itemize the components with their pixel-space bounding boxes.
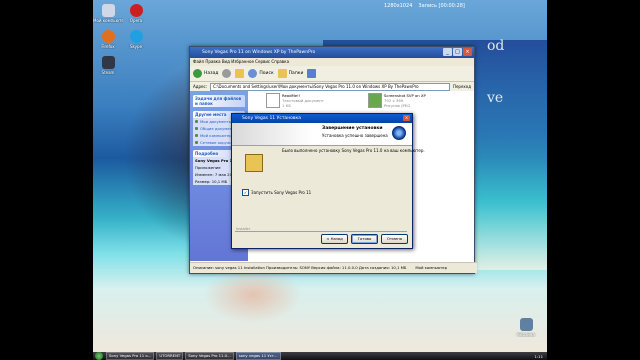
steam-icon (101, 56, 115, 69)
cancel-button[interactable]: Отмена (381, 234, 408, 244)
file-item-readme[interactable]: ReadMe!! Текстовый документ 1 КБ (266, 93, 324, 108)
search-icon (248, 69, 258, 78)
file-size: 1 КБ (282, 103, 291, 108)
folder-up-icon (235, 69, 245, 78)
opera-icon (129, 4, 143, 17)
recycle-bin-icon (519, 318, 533, 331)
close-button[interactable]: × (463, 48, 472, 56)
explorer-toolbar: Назад Поиск Папки (190, 66, 474, 82)
installer-close-button[interactable]: × (403, 115, 410, 121)
desktop-icon-recycle-bin[interactable]: Корзина (511, 318, 541, 337)
installer-header-title: Завершение установки (322, 126, 383, 131)
up-button[interactable] (235, 69, 245, 78)
wallpaper-text-2: ve (487, 90, 504, 106)
installer-header-subtitle: Установка успешно завершена (322, 133, 388, 138)
status-bar: Описание: sony vegas 11 Installation Про… (190, 262, 477, 273)
tasks-panel-title[interactable]: Задачи для файлов и папок (193, 95, 245, 107)
checkbox-box[interactable]: ✓ (242, 189, 249, 196)
taskbar-item-explorer[interactable]: Sony Vegas Pro 11 o... (106, 352, 155, 360)
forward-arrow-icon (222, 69, 232, 78)
image-file-icon (368, 93, 382, 108)
minimize-button[interactable]: _ (443, 48, 452, 56)
explorer-menubar[interactable]: Файл Правка Вид Избранное Сервис Справка (190, 58, 474, 66)
computer-icon (101, 4, 115, 17)
desktop-icon-skype[interactable]: Skype (121, 30, 151, 49)
installer-separator (235, 231, 407, 232)
desktop-icon-my-computer[interactable]: Мой компьютер (93, 4, 123, 23)
folders-button[interactable]: Папки (277, 69, 303, 78)
status-zone: Мой компьютер (415, 265, 447, 270)
installer-header: Завершение установки Установка успешно з… (232, 123, 412, 146)
status-text: Описание: sony vegas 11 Installation Про… (193, 265, 407, 270)
search-button[interactable]: Поиск (248, 69, 274, 78)
address-input[interactable]: C:\Documents and Settings\user\Мои докум… (210, 82, 450, 91)
letterbox-right (547, 0, 640, 360)
back-button[interactable]: < Назад (321, 234, 348, 244)
firefox-icon (101, 30, 115, 43)
taskbar-item-utorrent[interactable]: UTORRENT (156, 352, 184, 360)
views-icon (307, 69, 317, 78)
finish-button[interactable]: Готово (351, 234, 378, 244)
start-button[interactable] (95, 352, 103, 360)
wallpaper-text-1: od (487, 38, 505, 54)
address-label: Адрес: (193, 84, 208, 89)
installer-titlebar[interactable]: Sony Vegas 11 Установка × (232, 114, 412, 123)
back-arrow-icon (193, 69, 202, 78)
screen: od ve Мой компьютер Opera Firefox Skype … (0, 0, 640, 360)
letterbox-left (0, 0, 93, 360)
views-button[interactable] (307, 69, 317, 78)
installer-package-icon (245, 154, 263, 172)
installer-buttons: < Назад Готово Отмена (321, 234, 408, 244)
desktop-icon-steam[interactable]: Steam (93, 56, 123, 75)
taskbar-clock[interactable]: 1:11 (534, 354, 543, 359)
back-button[interactable]: Назад (193, 69, 218, 78)
desktop-icon-firefox[interactable]: Firefox (93, 30, 123, 49)
skype-icon (129, 30, 143, 43)
taskbar-item-folder[interactable]: Sony Vegas Pro 11.0... (185, 352, 234, 360)
folders-icon (277, 69, 287, 78)
text-file-icon (266, 93, 280, 108)
vegas-logo-icon (392, 126, 406, 140)
file-item-screenshot[interactable]: Screenshot SVP on XP 792 x 369 Рисунок J… (368, 93, 426, 108)
explorer-titlebar[interactable]: Sony Vegas Pro 11 on Windows XP by ThePa… (190, 47, 474, 58)
launch-checkbox-label: Запустить Sony Vegas Pro 11 (251, 190, 312, 195)
forward-button[interactable] (222, 69, 232, 78)
desktop-icon-opera[interactable]: Opera (121, 4, 151, 23)
installer-title: Sony Vegas 11 Установка (242, 116, 302, 121)
installer-dialog: Sony Vegas 11 Установка × Завершение уст… (231, 113, 425, 249)
installer-message: Было выполнено установку Sony Vegas Pro … (282, 148, 425, 153)
tasks-panel: Задачи для файлов и папок (193, 95, 245, 107)
recorder-bar: 1280x1024 Запись [00:00:28] (384, 0, 554, 12)
record-timer: Запись [00:00:28] (418, 3, 465, 9)
go-button[interactable]: Переход (453, 84, 471, 89)
taskbar-item-installer[interactable]: sony vegas 11 Уст... (235, 352, 281, 360)
launch-checkbox[interactable]: ✓ Запустить Sony Vegas Pro 11 (242, 189, 311, 196)
taskbar: Sony Vegas Pro 11 o... UTORRENT Sony Veg… (93, 352, 547, 360)
maximize-button[interactable]: □ (453, 48, 462, 56)
file-type: Рисунок JPEG (384, 103, 411, 108)
explorer-title: Sony Vegas Pro 11 on Windows XP by ThePa… (202, 50, 316, 55)
resolution-label: 1280x1024 (384, 3, 413, 9)
